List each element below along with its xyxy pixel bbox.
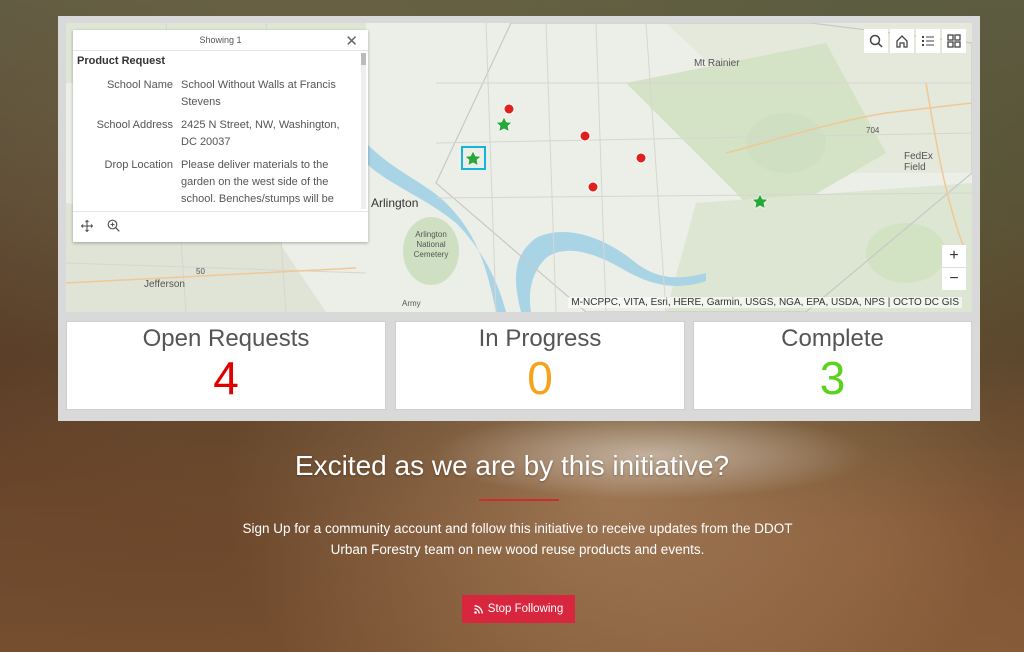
zoom-control: + − — [942, 245, 966, 290]
stat-value: 0 — [527, 352, 553, 404]
map-toolbar — [864, 29, 966, 53]
popup-title: Product Request — [77, 55, 166, 67]
map-attribution: M-NCPPC, VITA, Esri, HERE, Garmin, USGS,… — [568, 297, 962, 308]
stat-label: Open Requests — [142, 325, 310, 352]
stat-label: Complete — [781, 325, 884, 352]
label-jefferson: Jefferson — [144, 279, 185, 290]
popup-header: Showing 1 ✕ — [73, 30, 368, 51]
popup-field-school-address: School Address 2425 N Street, NW, Washin… — [77, 117, 356, 151]
field-label: School Address — [96, 119, 173, 131]
legend-icon[interactable] — [916, 29, 940, 53]
stat-card-in-progress: In Progress 0 — [395, 321, 685, 410]
field-label: Drop Location — [104, 159, 174, 171]
popup-count: Showing 1 — [199, 35, 242, 45]
label-fedex-field: FedEx Field — [904, 151, 933, 173]
stat-value: 3 — [819, 352, 846, 404]
zoom-in-button[interactable]: + — [942, 245, 966, 267]
search-icon[interactable] — [864, 29, 888, 53]
field-value: Please deliver materials to the garden o… — [181, 159, 334, 205]
feature-popup: Showing 1 ✕ Product Request School Name … — [73, 30, 368, 242]
label-arlington-cemetery: Arlington National Cemetery — [413, 230, 449, 259]
label-route-50: 50 — [196, 267, 205, 276]
field-label: School Name — [106, 79, 173, 91]
cta-divider — [479, 499, 559, 501]
popup-field-drop-location: Drop Location Please deliver materials t… — [77, 157, 356, 208]
basemap-icon[interactable] — [942, 29, 966, 53]
stat-label: In Progress — [478, 325, 602, 352]
stat-card-complete: Complete 3 — [693, 321, 972, 410]
field-value: School Without Walls at Francis Stevens — [181, 79, 336, 108]
stop-following-button[interactable]: Stop Following — [462, 595, 575, 623]
stat-value: 4 — [213, 352, 239, 404]
button-label: Stop Following — [487, 603, 564, 615]
zoom-out-button[interactable]: − — [942, 267, 966, 290]
zoom-to-icon[interactable] — [107, 219, 120, 235]
cta-text: Sign Up for a community account and foll… — [242, 521, 793, 557]
cta-title: Excited as we are by this initiative? — [294, 450, 730, 481]
pan-icon[interactable] — [80, 219, 94, 235]
popup-body[interactable]: Product Request School Name School Witho… — [73, 51, 368, 215]
home-icon[interactable] — [890, 29, 914, 53]
label-route-704: 704 — [866, 126, 880, 135]
label-arlington: Arlington — [371, 196, 419, 210]
popup-scrollbar[interactable] — [361, 53, 366, 209]
stat-card-open: Open Requests 4 — [66, 321, 386, 410]
label-army: Army — [402, 299, 421, 308]
close-icon[interactable]: ✕ — [345, 32, 358, 50]
field-value: 2425 N Street, NW, Washington, DC 20037 — [181, 119, 340, 148]
rss-icon — [473, 604, 483, 614]
popup-footer — [73, 211, 368, 242]
popup-field-school-name: School Name School Without Walls at Fran… — [77, 77, 356, 111]
label-mt-rainier: Mt Rainier — [694, 58, 740, 69]
